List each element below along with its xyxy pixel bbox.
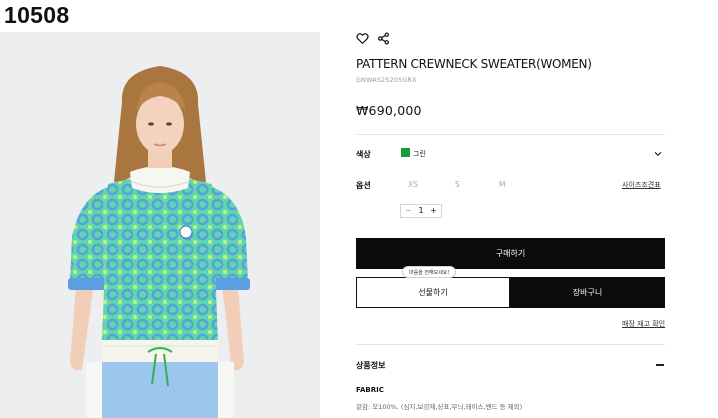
product-actions xyxy=(356,30,390,46)
product-info-heading[interactable]: 상품정보 xyxy=(356,360,385,371)
buy-now-button[interactable]: 구매하기 xyxy=(356,238,665,269)
gift-button[interactable]: 선물하기 xyxy=(356,277,510,308)
quantity-value: 1 xyxy=(418,206,424,215)
share-icon[interactable] xyxy=(377,31,390,45)
size-option-xs[interactable]: XS xyxy=(408,180,418,189)
minus-icon[interactable] xyxy=(656,364,664,366)
add-to-cart-button[interactable]: 장바구니 xyxy=(510,277,665,308)
product-price: ₩690,000 xyxy=(356,103,422,118)
quantity-stepper: − 1 + xyxy=(400,204,442,218)
chevron-down-icon[interactable] xyxy=(653,149,663,159)
product-image xyxy=(0,32,320,418)
fabric-detail: 겉감: 모100%, (심지,보강재,상표,무늬,레이스,밴드 등 제외) xyxy=(356,403,523,411)
quantity-increase-button[interactable]: + xyxy=(430,207,437,215)
option-label: 옵션 xyxy=(356,181,371,190)
product-code-overlay: 10508 xyxy=(4,2,70,28)
gift-tooltip: 마음을 전해보세요! xyxy=(402,266,457,278)
quantity-decrease-button[interactable]: − xyxy=(405,207,412,215)
fabric-heading: FABRIC xyxy=(356,386,384,394)
divider xyxy=(356,344,665,345)
size-guide-link[interactable]: 사이즈조견표 xyxy=(622,180,661,190)
product-sku: GNWAS25205GRX xyxy=(356,76,417,84)
store-stock-link[interactable]: 매장 재고 확인 xyxy=(622,319,665,329)
heart-icon[interactable] xyxy=(356,32,369,45)
size-option-s[interactable]: S xyxy=(455,180,460,189)
divider xyxy=(356,134,665,135)
product-title: PATTERN CREWNECK SWEATER(WOMEN) xyxy=(356,57,592,71)
model-photo-illustration xyxy=(0,32,320,418)
color-label: 색상 xyxy=(356,150,371,159)
size-option-m[interactable]: M xyxy=(499,180,505,189)
color-value[interactable]: 그린 xyxy=(413,149,426,159)
color-swatch[interactable] xyxy=(401,148,410,157)
